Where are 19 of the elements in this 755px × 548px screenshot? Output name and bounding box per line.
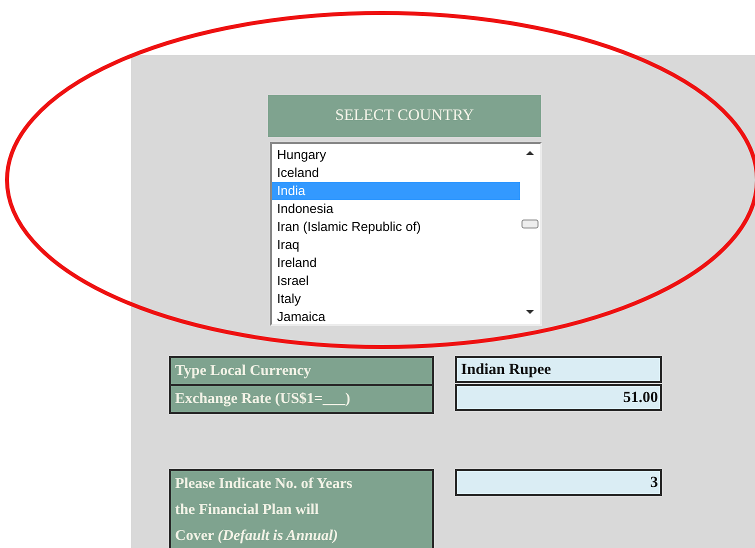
list-item[interactable]: Iceland xyxy=(272,164,520,182)
list-item[interactable]: Iraq xyxy=(272,236,520,254)
field-label: Exchange Rate (US$1=___) xyxy=(175,390,350,409)
section-header: SELECT COUNTRY xyxy=(268,95,541,137)
input-cell[interactable]: Indian Rupee xyxy=(455,356,662,383)
list-item[interactable]: Israel xyxy=(272,272,520,290)
list-item[interactable]: Hungary xyxy=(272,146,520,164)
list-item[interactable]: Italy xyxy=(272,290,520,308)
country-listbox[interactable]: Hungary Iceland India Indonesia Iran (Islamic Republic of) Iraq Ireland Israel Italy Jamaica xyxy=(270,142,542,326)
field-label: Cover (Default is Annual) xyxy=(175,527,338,546)
field-label: Type Local Currency xyxy=(175,362,312,381)
list-item[interactable]: Jamaica xyxy=(272,308,520,326)
list-item[interactable]: Ireland xyxy=(272,254,520,272)
field-label: the Financial Plan will xyxy=(175,501,319,520)
list-item[interactable]: Indonesia xyxy=(272,200,520,218)
input-cell[interactable]: 51.00 xyxy=(455,384,662,411)
list-item[interactable]: Iran (Islamic Republic of) xyxy=(272,218,520,236)
field-label: Please Indicate No. of Years xyxy=(175,475,352,494)
input-cell[interactable]: 3 xyxy=(455,469,662,496)
